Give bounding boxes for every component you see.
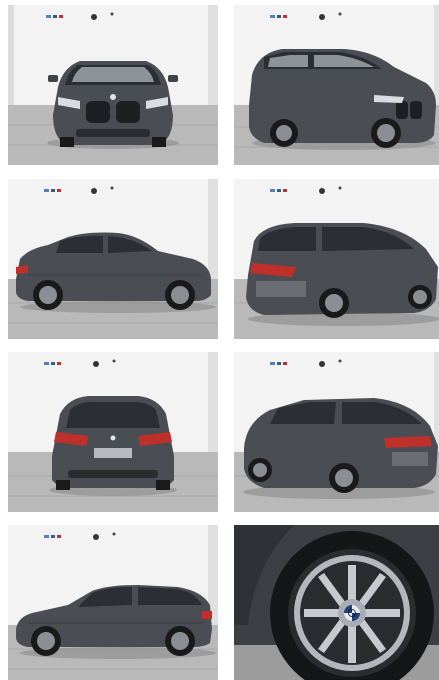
photo-thumbnail-rear[interactable]: [8, 352, 218, 512]
car-rear-three-quarter-image: [234, 179, 439, 339]
car-front-image: [8, 5, 218, 165]
photo-gallery: [0, 0, 439, 680]
car-side-right-image: [8, 525, 218, 680]
photo-thumbnail-wheel-detail[interactable]: [234, 525, 439, 680]
photo-thumbnail-rear-three-quarter-left[interactable]: [234, 179, 439, 339]
car-rear-three-quarter-right-image: [234, 352, 439, 512]
photo-thumbnail-front-three-quarter-right[interactable]: [234, 5, 439, 165]
car-rear-image: [8, 352, 218, 512]
photo-thumbnail-side-left[interactable]: [8, 179, 218, 339]
car-side-image: [8, 179, 218, 339]
wheel-detail-image: [234, 525, 439, 680]
photo-thumbnail-front[interactable]: [8, 5, 218, 165]
car-front-three-quarter-image: [234, 5, 439, 165]
photo-thumbnail-rear-three-quarter-right[interactable]: [234, 352, 439, 512]
photo-thumbnail-front-three-quarter-left[interactable]: [8, 525, 218, 680]
